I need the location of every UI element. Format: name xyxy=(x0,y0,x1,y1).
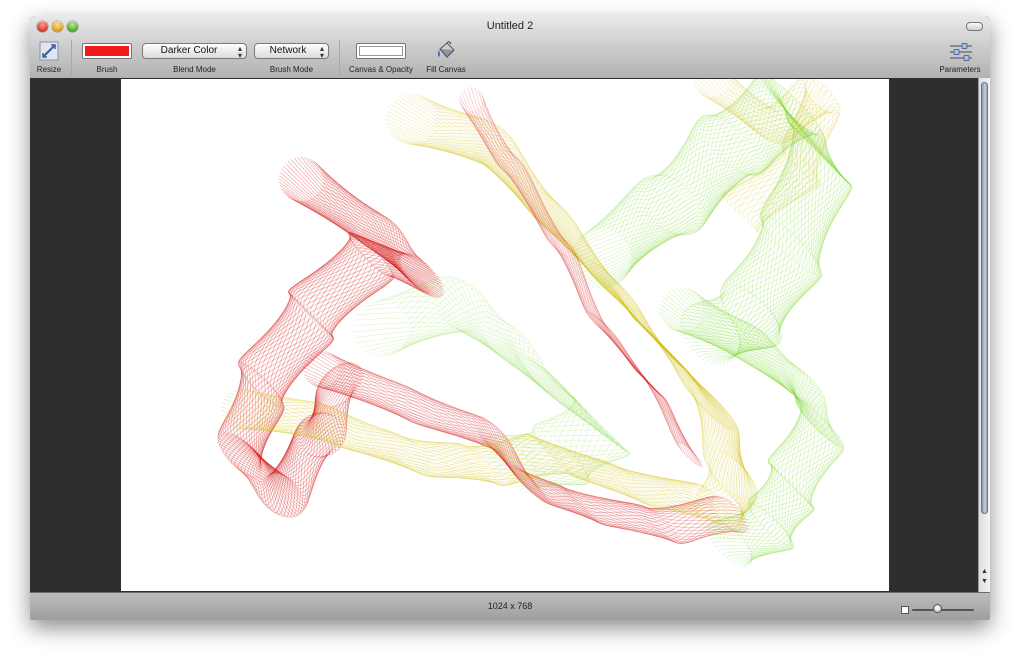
brush-color-well[interactable] xyxy=(82,43,132,59)
zoom-slider-track[interactable] xyxy=(912,609,974,611)
app-window: Untitled 2 Resize Brush Darker Color ▴ ▾ … xyxy=(30,16,990,620)
scroll-up-arrow[interactable]: ▲ xyxy=(980,568,989,576)
zoom-out-icon[interactable] xyxy=(901,606,909,614)
popup-arrows-icon: ▴ ▾ xyxy=(237,44,242,60)
scroll-down-arrow[interactable]: ▼ xyxy=(980,578,989,586)
zoom-slider-knob[interactable] xyxy=(932,604,942,613)
blend-mode-popup[interactable]: Darker Color ▴ ▾ xyxy=(142,43,247,60)
brush-stroke xyxy=(236,389,692,490)
canvas-size-text: 1024 x 768 xyxy=(487,601,533,611)
brush-stroke xyxy=(249,390,694,501)
brush-label: Brush xyxy=(96,65,118,74)
toolbar-separator xyxy=(71,40,72,76)
brush-stroke xyxy=(360,306,609,441)
paint-bucket-icon[interactable] xyxy=(435,40,457,62)
canvas-color-well[interactable] xyxy=(356,43,406,59)
sliders-icon[interactable] xyxy=(948,42,974,62)
brush-stroke xyxy=(403,142,757,540)
brush-stroke xyxy=(571,120,818,333)
brush-stroke xyxy=(461,105,684,445)
brush-stroke xyxy=(621,114,852,320)
blend-mode-label: Blend Mode xyxy=(173,65,216,74)
fill-canvas-label: Fill Canvas xyxy=(426,65,466,74)
scrollbar-thumb[interactable] xyxy=(981,82,988,514)
title-toolbar: Untitled 2 Resize Brush Darker Color ▴ ▾ … xyxy=(30,16,990,79)
toolbar-separator xyxy=(339,40,340,76)
artwork xyxy=(217,79,853,568)
canvas-area xyxy=(30,78,978,592)
drawing-canvas[interactable] xyxy=(121,79,889,591)
resize-icon[interactable] xyxy=(39,41,59,61)
brush-color-swatch xyxy=(85,46,129,56)
brush-stroke xyxy=(338,370,735,544)
brush-mode-popup[interactable]: Network ▴ ▾ xyxy=(254,43,329,60)
canvas-opacity-label: Canvas & Opacity xyxy=(348,65,414,74)
canvas-color-swatch xyxy=(359,46,403,56)
brush-mode-value: Network xyxy=(269,45,307,56)
popup-arrows-icon: ▴ ▾ xyxy=(319,44,324,60)
brush-mode-label: Brush Mode xyxy=(269,65,314,74)
brush-stroke xyxy=(310,383,746,517)
parameters-label: Parameters xyxy=(939,65,981,74)
status-bar: 1024 x 768 xyxy=(30,592,990,620)
blend-mode-value: Darker Color xyxy=(160,45,218,56)
window-title: Untitled 2 xyxy=(486,20,534,32)
brush-stroke xyxy=(406,143,758,540)
brush-stroke xyxy=(470,86,689,458)
toolbar-toggle-button[interactable] xyxy=(966,22,983,31)
resize-label: Resize xyxy=(36,65,62,74)
vertical-scrollbar[interactable]: ▲ ▼ xyxy=(978,78,990,592)
